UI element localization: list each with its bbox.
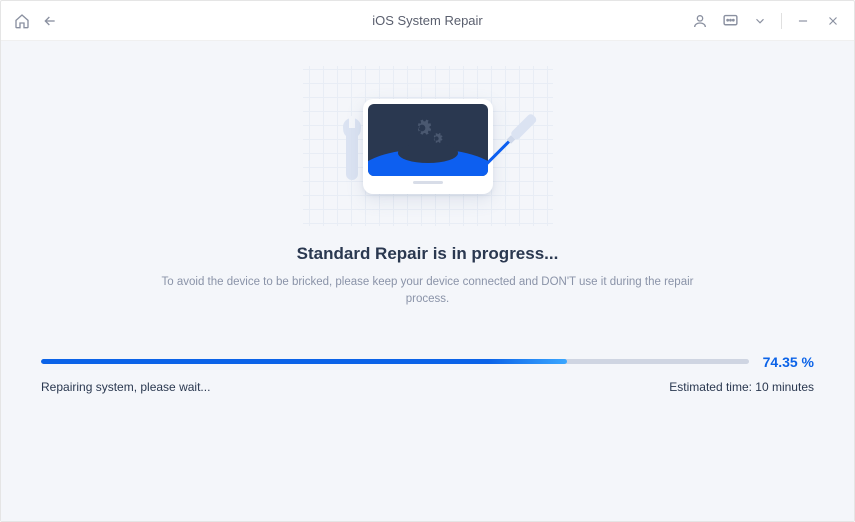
progress-bar bbox=[41, 359, 749, 364]
progress-fill bbox=[41, 359, 567, 364]
main-content: Standard Repair is in progress... To avo… bbox=[1, 41, 854, 521]
progress-heading: Standard Repair is in progress... bbox=[297, 244, 559, 264]
home-icon[interactable] bbox=[13, 12, 31, 30]
titlebar-divider bbox=[781, 13, 782, 29]
gear-icon bbox=[412, 118, 432, 143]
device-frame bbox=[363, 99, 493, 194]
close-icon[interactable] bbox=[824, 12, 842, 30]
window-title: iOS System Repair bbox=[372, 13, 483, 28]
titlebar-left bbox=[13, 12, 59, 30]
titlebar: iOS System Repair bbox=[1, 1, 854, 41]
progress-percent: 74.35 % bbox=[763, 354, 814, 370]
back-arrow-icon[interactable] bbox=[41, 12, 59, 30]
progress-row: 74.35 % bbox=[41, 354, 814, 370]
chevron-down-icon[interactable] bbox=[751, 12, 769, 30]
estimated-time: Estimated time: 10 minutes bbox=[669, 380, 814, 394]
user-icon[interactable] bbox=[691, 12, 709, 30]
progress-subtext: To avoid the device to be bricked, pleas… bbox=[148, 274, 708, 309]
device-home-bar bbox=[413, 181, 443, 184]
status-text: Repairing system, please wait... bbox=[41, 380, 210, 394]
minimize-icon[interactable] bbox=[794, 12, 812, 30]
titlebar-right bbox=[691, 12, 842, 30]
feedback-icon[interactable] bbox=[721, 12, 739, 30]
repair-illustration bbox=[303, 66, 553, 226]
status-row: Repairing system, please wait... Estimat… bbox=[41, 380, 814, 394]
